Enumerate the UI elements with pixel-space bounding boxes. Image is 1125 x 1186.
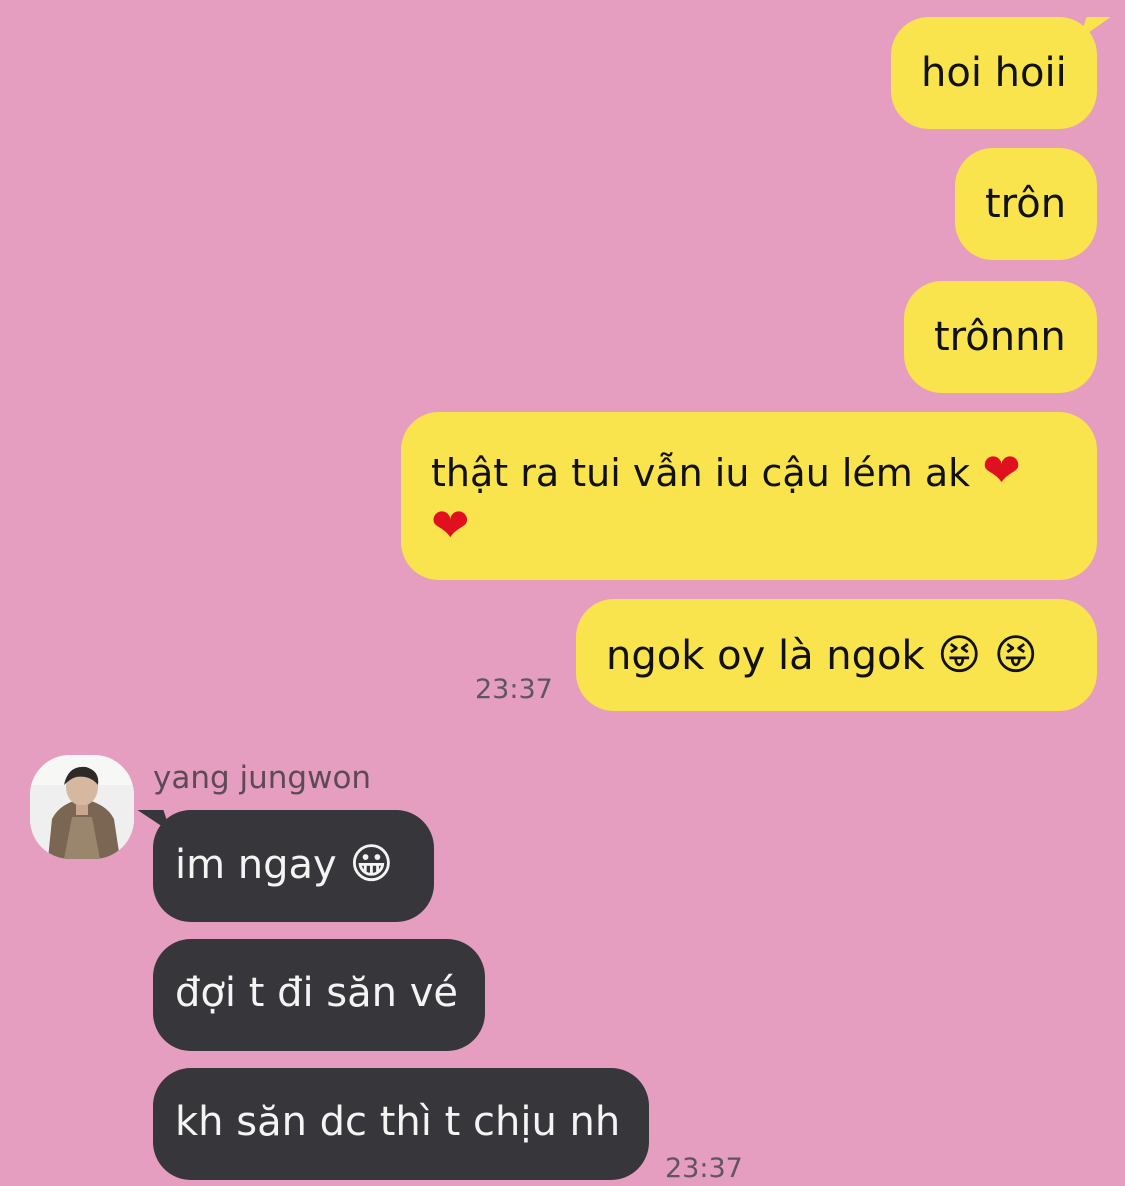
- message-timestamp: 23:37: [475, 674, 553, 705]
- message-text: thật ra tui vẫn iu cậu lém ak: [431, 451, 971, 495]
- message-text: im ngay: [175, 842, 337, 888]
- chat-screen: { "outgoing": [ {"id": "m1", "text": "ho…: [0, 0, 1125, 1186]
- message-list[interactable]: hoi hoii trôn trônnn thật ra tui vẫn iu …: [0, 0, 1125, 1186]
- user-avatar-icon: [30, 755, 134, 859]
- incoming-message[interactable]: im ngay 😀: [153, 810, 434, 922]
- message-text: kh săn dc thì t chịu nh: [175, 1099, 621, 1145]
- outgoing-message[interactable]: trônnn: [904, 281, 1097, 393]
- grinning-face-icon: 😀: [349, 839, 394, 888]
- tongue-face-icon: 😝: [993, 630, 1038, 679]
- message-text: ngok oy là ngok: [606, 633, 925, 679]
- sender-name: yang jungwon: [153, 760, 372, 796]
- heart-icon: ❤: [431, 498, 470, 552]
- avatar[interactable]: [30, 755, 134, 859]
- message-text: trôn: [985, 181, 1067, 227]
- message-timestamp: 23:37: [665, 1153, 743, 1184]
- outgoing-message[interactable]: hoi hoii: [891, 17, 1097, 129]
- message-text: đợi t đi săn vé: [175, 970, 459, 1016]
- message-text: trônnn: [934, 314, 1066, 360]
- outgoing-message[interactable]: trôn: [955, 148, 1097, 260]
- tongue-face-icon: 😝: [937, 630, 982, 679]
- outgoing-message[interactable]: ngok oy là ngok 😝 😝: [576, 599, 1097, 711]
- incoming-message[interactable]: kh săn dc thì t chịu nh: [153, 1068, 649, 1180]
- heart-icon: ❤: [982, 443, 1021, 497]
- incoming-message[interactable]: đợi t đi săn vé: [153, 939, 485, 1051]
- message-text: hoi hoii: [921, 50, 1067, 96]
- outgoing-message[interactable]: thật ra tui vẫn iu cậu lém ak ❤ ❤: [401, 412, 1097, 580]
